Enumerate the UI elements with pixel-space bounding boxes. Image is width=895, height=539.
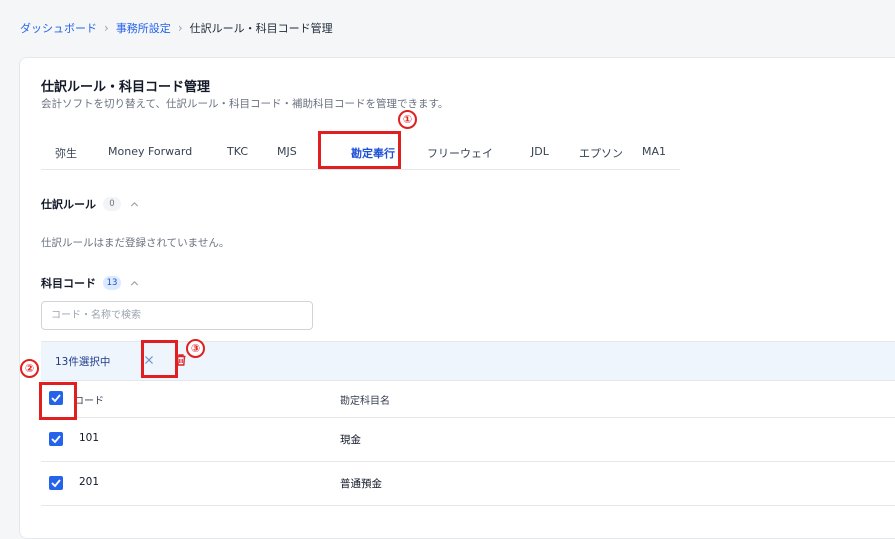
codes-section-title: 科目コード <box>41 277 96 290</box>
row-name: 現金 <box>340 434 361 446</box>
code-search-input[interactable] <box>41 301 313 330</box>
main-card: 仕訳ルール・科目コード管理 会計ソフトを切り替えて、仕訳ルール・科目コード・補助… <box>19 57 895 539</box>
active-tab-indicator <box>346 166 395 168</box>
column-header-name: 勘定科目名 <box>340 396 390 407</box>
tab-mjs[interactable]: MJS <box>277 145 297 158</box>
row-name: 普通預金 <box>340 478 382 490</box>
rules-count-badge: 0 <box>103 197 121 211</box>
annotation-marker-3: ③ <box>186 339 205 358</box>
codes-section-header: 科目コード 13 <box>41 275 141 291</box>
selection-bar: 13件選択中 <box>41 341 895 381</box>
table-header: コード 勘定科目名 <box>41 379 895 418</box>
breadcrumb-current: 仕訳ルール・科目コード管理 <box>189 22 333 35</box>
row-checkbox[interactable] <box>49 476 63 490</box>
breadcrumb-office-settings[interactable]: 事務所設定 <box>116 20 171 36</box>
table-row[interactable]: 201 普通預金 <box>41 461 895 506</box>
codes-count-badge: 13 <box>103 276 121 290</box>
page-title: 仕訳ルール・科目コード管理 <box>41 80 211 95</box>
close-icon[interactable] <box>142 353 156 367</box>
row-code: 101 <box>79 432 100 444</box>
column-header-code: コード <box>74 396 104 407</box>
annotation-marker-2: ② <box>20 359 39 378</box>
tab-money-forward[interactable]: Money Forward <box>108 145 192 158</box>
tab-kanjo-bugyo[interactable]: 勘定奉行 <box>351 145 395 161</box>
rules-section-title: 仕訳ルール <box>41 198 96 211</box>
chevron-right-icon: › <box>177 21 183 35</box>
check-icon <box>51 479 61 488</box>
tab-ma1[interactable]: MA1 <box>642 145 666 158</box>
row-code: 201 <box>79 476 100 488</box>
page-subtitle: 会計ソフトを切り替えて、仕訳ルール・科目コード・補助科目コードを管理できます。 <box>41 98 449 110</box>
rules-empty-text: 仕訳ルールはまだ登録されていません。 <box>41 237 230 249</box>
tab-yayoi[interactable]: 弥生 <box>55 145 77 161</box>
breadcrumb: ダッシュボード › 事務所設定 › 仕訳ルール・科目コード管理 <box>20 20 333 36</box>
tab-freeway[interactable]: フリーウェイ <box>427 145 493 161</box>
selection-count: 13件選択中 <box>55 356 111 368</box>
check-icon <box>51 435 61 444</box>
tab-tkc[interactable]: TKC <box>227 145 248 158</box>
chevron-up-icon[interactable] <box>128 198 141 211</box>
tab-jdl[interactable]: JDL <box>531 145 549 158</box>
rules-section-header: 仕訳ルール 0 <box>41 196 141 212</box>
check-icon <box>51 394 61 403</box>
chevron-right-icon: › <box>104 21 109 35</box>
breadcrumb-dashboard[interactable]: ダッシュボード <box>20 20 97 36</box>
chevron-up-icon[interactable] <box>128 277 141 290</box>
tab-epson[interactable]: エプソン <box>579 145 623 161</box>
table-row[interactable]: 101 現金 <box>41 417 895 462</box>
annotation-marker-1: ① <box>398 110 417 129</box>
row-checkbox[interactable] <box>49 432 63 446</box>
select-all-checkbox[interactable] <box>49 391 63 405</box>
software-tabs: 弥生 Money Forward TKC MJS 勘定奉行 フリーウェイ JDL… <box>41 135 680 170</box>
